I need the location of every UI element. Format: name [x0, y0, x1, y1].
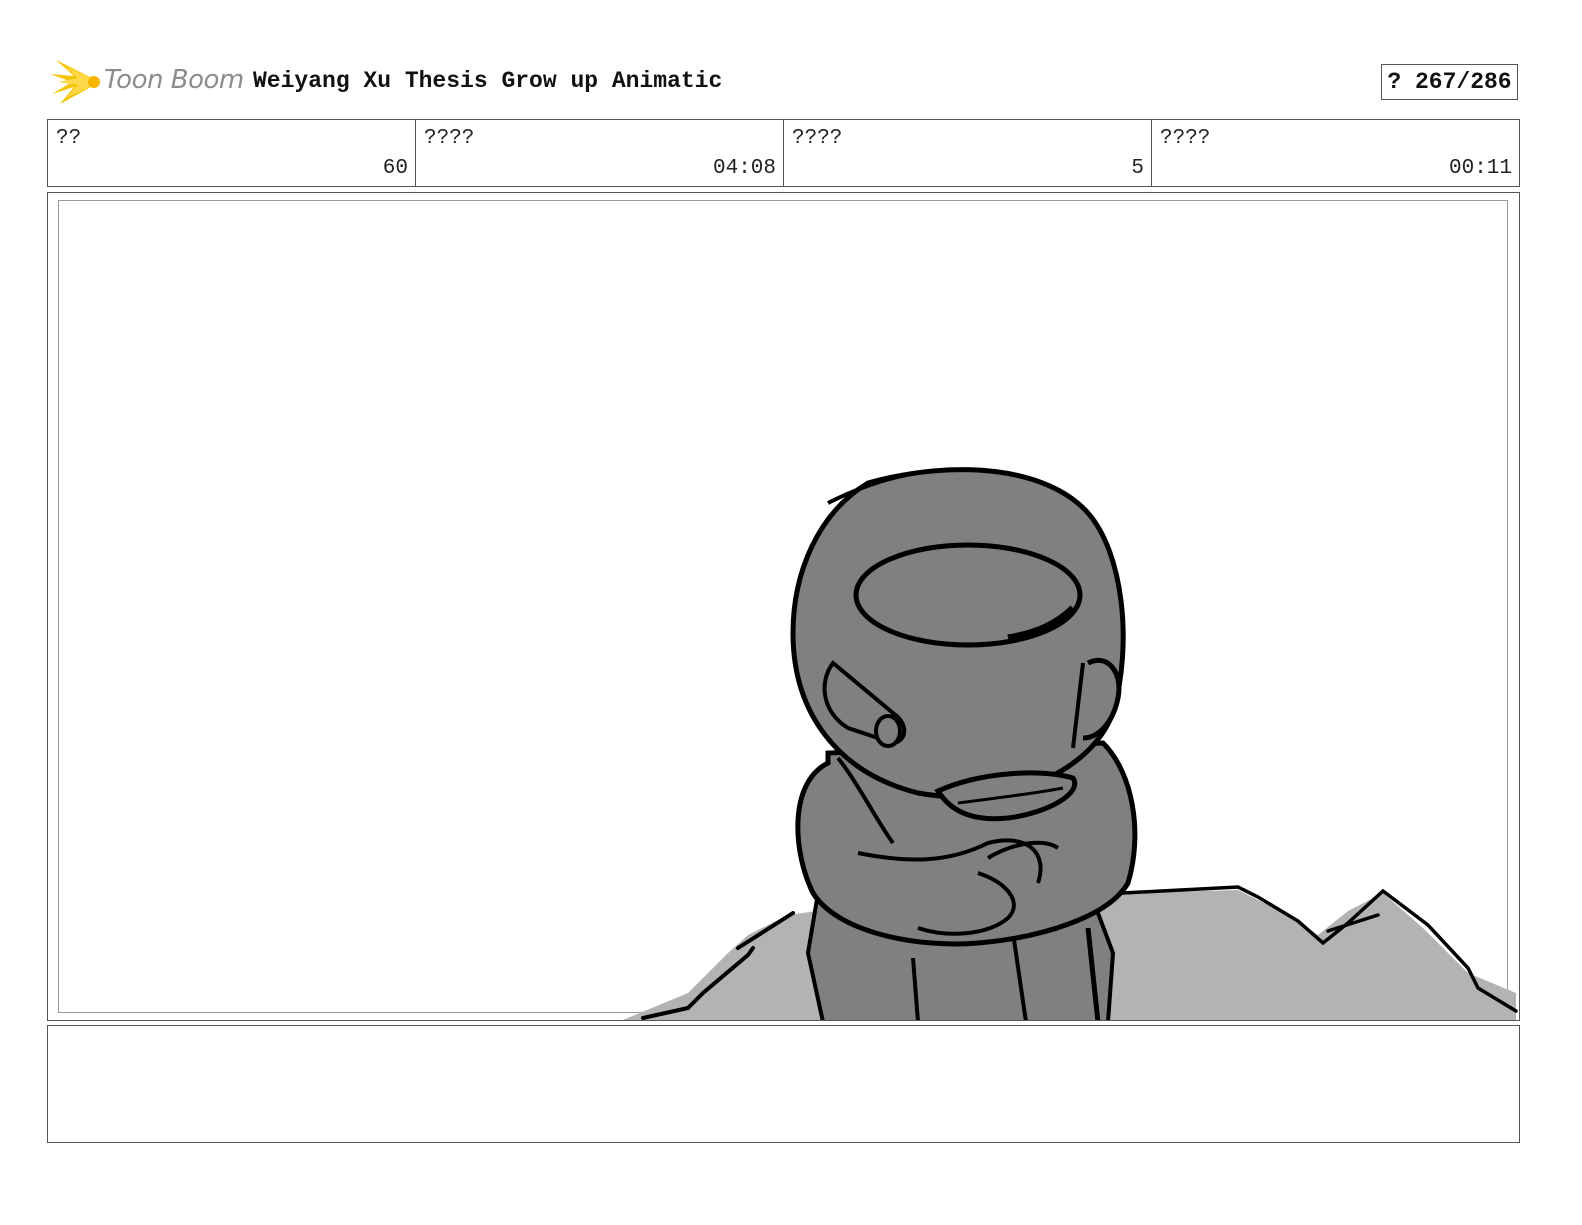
info-label: ???? — [792, 127, 843, 150]
info-label: ?? — [56, 127, 82, 150]
storyboard-panel — [47, 192, 1520, 1021]
toon-boom-logo: Toon Boom — [50, 56, 244, 108]
page-header: Toon Boom Weiyang Xu Thesis Grow up Anim… — [0, 0, 1582, 118]
info-cell-duration: ???? 00:11 — [1152, 120, 1519, 186]
panel-info-row: ?? 60 ???? 04:08 ???? 5 ???? 00:11 — [47, 119, 1520, 187]
info-cell-timecode: ???? 04:08 — [416, 120, 784, 186]
info-label: ???? — [424, 127, 475, 150]
logo-text: Toon Boom — [104, 65, 244, 95]
info-value: 04:08 — [712, 157, 776, 180]
info-cell-panel: ???? 5 — [784, 120, 1152, 186]
info-value: 00:11 — [1448, 157, 1512, 180]
info-value: 60 — [382, 157, 408, 180]
character-sketch-image — [622, 467, 1518, 1020]
info-label: ???? — [1160, 127, 1211, 150]
document-title: Weiyang Xu Thesis Grow up Animatic — [253, 68, 723, 94]
starburst-icon — [50, 60, 100, 104]
page-counter: ? 267/286 — [1381, 64, 1518, 100]
info-value: 5 — [1131, 157, 1144, 180]
info-cell-scene: ?? 60 — [48, 120, 416, 186]
notes-box — [47, 1025, 1520, 1143]
